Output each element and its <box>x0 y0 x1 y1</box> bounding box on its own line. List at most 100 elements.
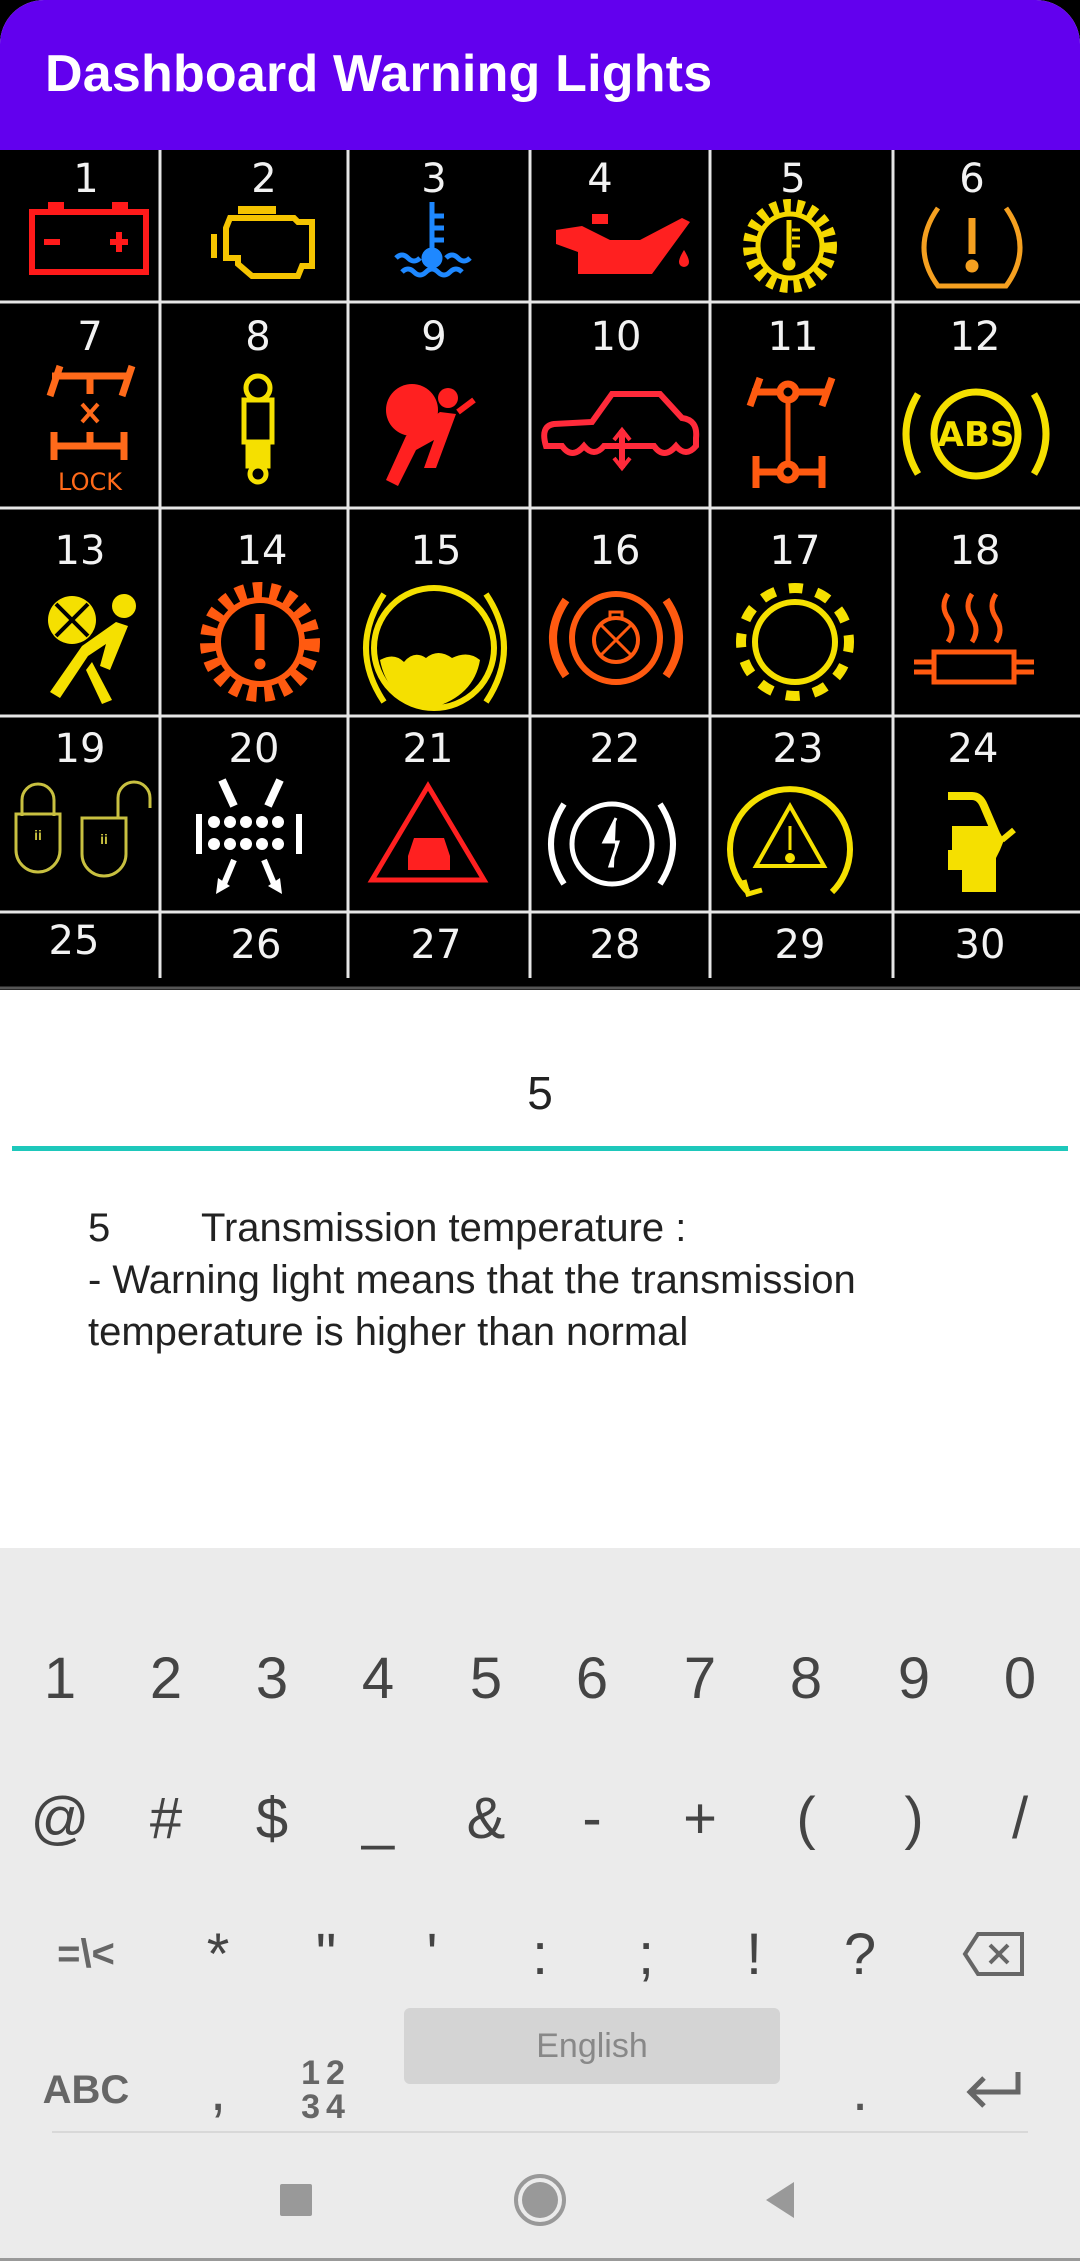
key-colon[interactable]: : <box>486 1904 594 2004</box>
app-bar: Dashboard Warning Lights <box>0 0 1080 150</box>
abs-icon: ABS <box>902 388 1050 480</box>
key-plus[interactable]: + <box>646 1768 754 1868</box>
light-number: 27 <box>411 922 462 968</box>
trunk-open-icon <box>948 792 1016 892</box>
stability-control-icon <box>727 786 853 898</box>
key-abc[interactable]: ABC <box>32 2040 140 2140</box>
light-number: 12 <box>950 314 1001 360</box>
transmission-temperature-icon <box>743 199 837 293</box>
key-minus[interactable]: - <box>538 1768 646 1868</box>
key-backspace[interactable] <box>940 1904 1048 2004</box>
key-7[interactable]: 7 <box>646 1628 754 1728</box>
light-number: 9 <box>421 314 446 360</box>
backspace-icon <box>962 1932 1024 1976</box>
light-number: 29 <box>775 922 826 968</box>
light-number: 8 <box>245 314 270 360</box>
key-period[interactable]: . <box>806 2040 914 2140</box>
key-2[interactable]: 2 <box>112 1628 220 1728</box>
key-4[interactable]: 4 <box>324 1628 432 1728</box>
tire-pressure-icon <box>921 206 1023 289</box>
svg-text:ABS: ABS <box>938 415 1015 455</box>
key-at[interactable]: @ <box>6 1768 114 1868</box>
key-6[interactable]: 6 <box>538 1628 646 1728</box>
light-number: 13 <box>55 528 106 574</box>
numpad-bottom: 34 <box>301 2088 351 2126</box>
recents-button[interactable] <box>256 2170 336 2230</box>
description-number: 5 <box>88 1206 111 1250</box>
shock-absorber-icon <box>241 373 275 485</box>
light-number: 30 <box>955 922 1006 968</box>
key-numpad[interactable]: 12 34 <box>272 2040 380 2140</box>
key-open-paren[interactable]: ( <box>752 1768 860 1868</box>
description-line: - Warning light means that the transmiss… <box>88 1258 856 1302</box>
key-ampersand[interactable]: & <box>432 1768 540 1868</box>
key-comma[interactable]: , <box>164 2040 272 2140</box>
light-number: 22 <box>590 726 641 772</box>
description-line: temperature is higher than normal <box>88 1310 689 1354</box>
key-8[interactable]: 8 <box>752 1628 860 1728</box>
key-space[interactable]: English <box>404 2008 780 2084</box>
enter-icon <box>966 2072 1021 2108</box>
keyboard-row-symbols-1: @ # $ _ & - + ( ) / <box>0 1768 1080 1868</box>
light-number: 2 <box>251 156 276 202</box>
airbag-off-icon <box>48 594 136 704</box>
battery-icon <box>29 202 149 275</box>
light-number: 6 <box>959 156 984 202</box>
light-number: 5 <box>780 156 805 202</box>
keyboard-row-numbers: 1 2 3 4 5 6 7 8 9 0 <box>0 1628 1080 1728</box>
key-enter[interactable] <box>940 2040 1048 2140</box>
light-number: 24 <box>948 726 999 772</box>
light-number: 7 <box>77 314 102 360</box>
key-hash[interactable]: # <box>112 1768 220 1868</box>
description-title-line: 5 Transmission temperature : <box>88 1202 988 1254</box>
light-number: 4 <box>587 156 612 202</box>
key-question[interactable]: ? <box>806 1904 914 2004</box>
app-screen: Dashboard Warning Lights 1 2 3 4 5 6 7 8… <box>0 0 1080 2261</box>
key-asterisk[interactable]: * <box>164 1904 272 2004</box>
svg-text:LOCK: LOCK <box>58 468 123 496</box>
light-number: 10 <box>591 314 642 360</box>
key-double-quote[interactable]: " <box>272 1904 380 2004</box>
light-number: 21 <box>403 726 454 772</box>
key-close-paren[interactable]: ) <box>860 1768 968 1868</box>
key-underscore[interactable]: _ <box>324 1768 432 1868</box>
app-title: Dashboard Warning Lights <box>45 45 713 103</box>
coolant-temperature-icon <box>394 202 472 278</box>
key-0[interactable]: 0 <box>966 1628 1074 1728</box>
key-5[interactable]: 5 <box>432 1628 540 1728</box>
svg-text:ii: ii <box>34 827 42 843</box>
key-3[interactable]: 3 <box>218 1628 326 1728</box>
description-title: Transmission temperature : <box>201 1206 687 1250</box>
light-number-input[interactable] <box>12 1050 1068 1151</box>
brake-pad-wear-icon <box>363 585 507 711</box>
key-slash[interactable]: / <box>966 1768 1074 1868</box>
catalytic-converter-icon <box>914 592 1034 685</box>
light-number: 14 <box>237 528 288 574</box>
light-number: 15 <box>411 528 462 574</box>
grid-lines <box>0 150 1080 978</box>
airbag-icon <box>386 384 476 486</box>
light-number: 1 <box>73 156 98 202</box>
light-number: 25 <box>49 918 100 964</box>
home-icon <box>514 2174 566 2226</box>
key-1[interactable]: 1 <box>6 1628 114 1728</box>
key-exclamation[interactable]: ! <box>700 1904 808 2004</box>
back-button[interactable] <box>740 2170 820 2230</box>
oil-pressure-icon <box>556 214 690 274</box>
svg-text:ii: ii <box>100 831 108 847</box>
key-9[interactable]: 9 <box>860 1628 968 1728</box>
light-number: 18 <box>950 528 1001 574</box>
electric-parking-brake-icon <box>548 801 676 887</box>
check-engine-icon <box>211 206 315 279</box>
light-number: 26 <box>231 922 282 968</box>
key-more-symbols[interactable]: =\< <box>32 1904 140 2004</box>
child-lock-icon: ii ii <box>14 780 152 878</box>
forward-collision-icon <box>367 781 489 883</box>
home-button[interactable] <box>500 2170 580 2230</box>
key-semicolon[interactable]: ; <box>592 1904 700 2004</box>
key-single-quote[interactable]: ' <box>378 1904 486 2004</box>
light-number: 20 <box>229 726 280 772</box>
light-number: 19 <box>55 726 106 772</box>
key-dollar[interactable]: $ <box>218 1768 326 1868</box>
light-number: 17 <box>770 528 821 574</box>
